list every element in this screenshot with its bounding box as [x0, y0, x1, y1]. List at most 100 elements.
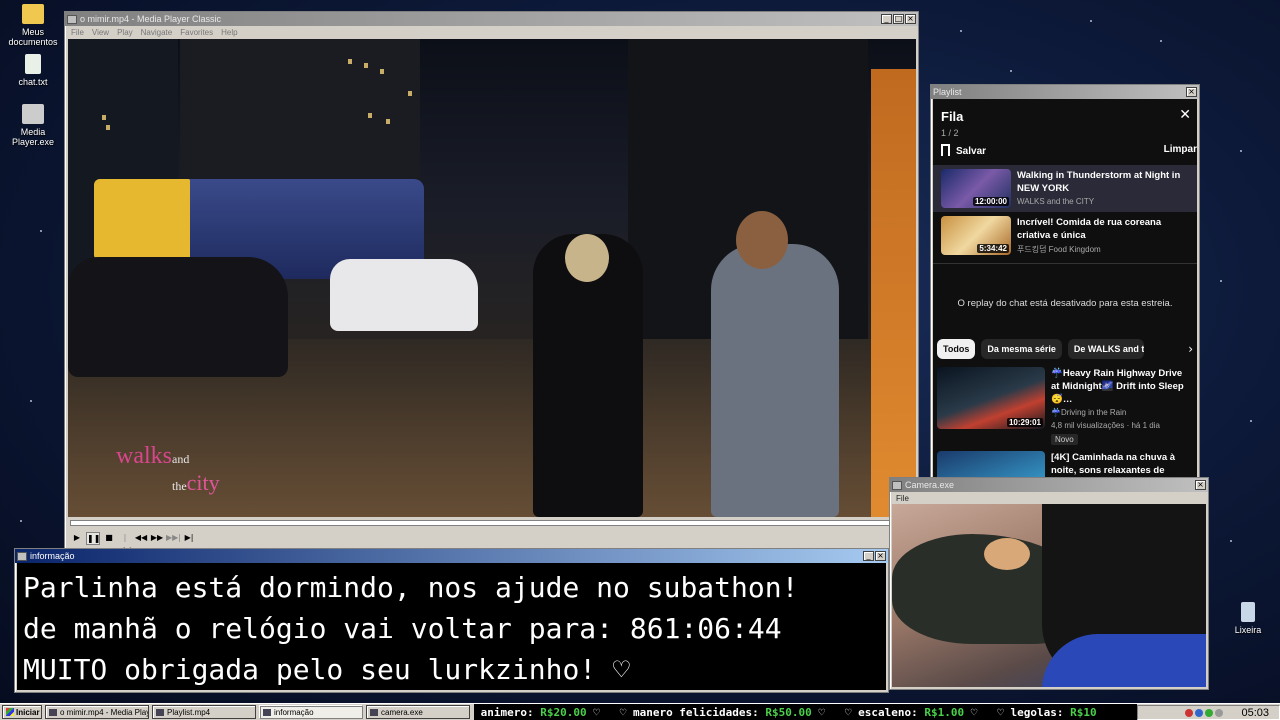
desktop-icon-chat-txt[interactable]: chat.txt	[1, 54, 65, 87]
taskbar-item-info[interactable]: informação	[259, 705, 363, 719]
app-icon	[892, 480, 902, 490]
close-button[interactable]: ×	[905, 14, 916, 24]
close-button[interactable]: ×	[1186, 87, 1197, 97]
window-title: Playlist	[933, 87, 962, 97]
rewind-icon[interactable]: ◀◀	[134, 532, 148, 545]
pedestrian-left-head	[565, 234, 609, 282]
queue-item-title: Incrível! Comida de rua coreana criativa…	[1017, 217, 1162, 241]
duration-badge: 12:00:00	[972, 197, 1009, 206]
playback-controls: ▶ ❚❚ ■ |◀◀ ◀◀ ▶▶ ▶▶| ▶| ♪	[68, 530, 916, 554]
close-button[interactable]: ×	[875, 551, 886, 561]
new-badge: Novo	[1051, 434, 1078, 445]
menu-navigate[interactable]: Navigate	[141, 28, 173, 37]
video-thumbnail: 12:00:00	[941, 169, 1011, 208]
camera-feed	[892, 504, 1206, 687]
recommendation-title: ☔Heavy Rain Highway Drive at Midnight🌌 D…	[1051, 368, 1184, 405]
tray-icon[interactable]	[1185, 708, 1194, 717]
taskbar-item-playlist[interactable]: Playlist.mp4	[152, 705, 256, 719]
maximize-button[interactable]: □	[893, 14, 904, 24]
info-line: MUITO obrigada pelo seu lurkzinho! ♡	[23, 653, 630, 686]
desktop-icon-recycle-bin[interactable]: Lixeira	[1216, 602, 1280, 635]
stop-icon[interactable]: ■	[102, 532, 116, 545]
menu-file[interactable]: File	[896, 494, 909, 503]
dark-car	[68, 257, 288, 377]
bookmark-icon	[941, 144, 950, 156]
white-car	[330, 259, 478, 331]
close-button[interactable]: ×	[1195, 480, 1206, 490]
video-thumbnail	[937, 451, 1045, 477]
menu-help[interactable]: Help	[221, 28, 237, 37]
recommendation-title: [4K] Caminhada na chuva à noite, sons re…	[1051, 452, 1176, 476]
folder-icon	[22, 4, 44, 24]
media-player-icon	[22, 104, 44, 124]
clock: 05:03	[1241, 706, 1269, 719]
recommendation-item[interactable]: 10:29:01 ☔Heavy Rain Highway Drive at Mi…	[933, 359, 1197, 445]
chip-same-series[interactable]: Da mesma série	[981, 339, 1062, 359]
donation-ticker: animero: R$20.00 ♡ ♡ manero felicidades:…	[474, 704, 1137, 720]
media-player-window: o mimir.mp4 - Media Player Classic _ □ ×…	[64, 11, 919, 554]
recommendation-item[interactable]: [4K] Caminhada na chuva à noite, sons re…	[933, 445, 1197, 477]
close-icon[interactable]: ✕	[1179, 107, 1191, 123]
camera-titlebar[interactable]: Camera.exe ×	[890, 478, 1208, 492]
minimize-button[interactable]: _	[881, 14, 892, 24]
desktop-icon-label: Lixeira	[1234, 625, 1262, 635]
video-thumbnail: 5:34:42	[941, 216, 1011, 255]
tray-icon[interactable]	[1195, 708, 1204, 717]
queue-title: Fila	[941, 109, 964, 124]
chevron-right-icon[interactable]: ›	[1188, 342, 1193, 356]
play-icon[interactable]: ▶	[70, 532, 84, 545]
menu-file[interactable]: File	[71, 28, 84, 37]
app-icon	[263, 708, 271, 716]
filter-chips: Todos Da mesma série De WALKS and the C …	[933, 339, 1197, 359]
taskbar-item-camera[interactable]: camera.exe	[366, 705, 470, 719]
bus-front	[94, 179, 190, 259]
desktop-icon-label: Media Player.exe	[11, 127, 55, 147]
desktop-icon-my-documents[interactable]: Meus documentos	[1, 4, 65, 47]
window-title: o mimir.mp4 - Media Player Classic	[80, 14, 222, 24]
save-button[interactable]: Salvar	[941, 144, 986, 157]
fast-forward-icon[interactable]: ▶▶	[150, 532, 164, 545]
menu-play[interactable]: Play	[117, 28, 133, 37]
start-button[interactable]: Iniciar	[2, 705, 42, 719]
queue-item-title: Walking in Thunderstorm at Night in NEW …	[1017, 170, 1181, 194]
menu-bar: File View Play Navigate Favorites Help	[65, 26, 918, 38]
playlist-window: Playlist × Fila ✕ 1 / 2 Salvar Limpar 12…	[930, 84, 1200, 480]
pedestrian-right-head	[736, 211, 788, 269]
menu-view[interactable]: View	[92, 28, 109, 37]
pause-icon[interactable]: ❚❚	[86, 531, 100, 545]
taskbar-item-media-player[interactable]: o mimir.mp4 - Media Playe...	[45, 705, 149, 719]
desktop-icon-media-player[interactable]: Media Player.exe	[1, 104, 65, 147]
recommendation-channel: ☔Driving in the Rain	[1051, 408, 1127, 417]
windows-logo-icon	[6, 708, 14, 716]
playlist-titlebar[interactable]: Playlist ×	[931, 85, 1199, 99]
queue-item[interactable]: 12:00:00 Walking in Thunderstorm at Nigh…	[933, 165, 1197, 212]
menu-bar: File	[890, 492, 1208, 504]
skip-forward-icon[interactable]: ▶▶|	[166, 532, 181, 545]
app-icon	[370, 708, 378, 716]
minimize-button[interactable]: _	[863, 551, 874, 561]
video-frame[interactable]: walksand thecity	[68, 39, 916, 517]
info-titlebar[interactable]: informação _ ×	[15, 549, 888, 563]
video-thumbnail: 10:29:01	[937, 367, 1045, 429]
menu-favorites[interactable]: Favorites	[180, 28, 213, 37]
media-player-titlebar[interactable]: o mimir.mp4 - Media Player Classic _ □ ×	[65, 12, 918, 26]
chip-from-channel[interactable]: De WALKS and the C	[1067, 339, 1144, 359]
queue-item[interactable]: 5:34:42 Incrível! Comida de rua coreana …	[933, 212, 1197, 259]
text-file-icon	[25, 54, 41, 74]
app-icon	[17, 551, 27, 561]
frame-step-icon[interactable]: ▶|	[182, 532, 196, 545]
desktop-icon-label: chat.txt	[18, 77, 48, 87]
chip-all[interactable]: Todos	[937, 339, 976, 359]
app-icon	[67, 14, 77, 24]
skip-back-icon[interactable]: |◀◀	[118, 532, 132, 554]
tray-icon[interactable]	[1205, 708, 1214, 717]
pedestrian-right	[711, 244, 839, 517]
orange-wall	[871, 69, 916, 517]
seek-bar[interactable]	[70, 520, 912, 526]
clear-button[interactable]: Limpar	[1164, 144, 1197, 157]
window-title: Camera.exe	[905, 480, 955, 490]
recommendation-meta: 4,8 mil visualizações · há 1 dia	[1051, 421, 1160, 430]
camera-window: Camera.exe × File	[889, 477, 1209, 690]
desktop-icon-label: Meus documentos	[8, 27, 58, 47]
tray-icon[interactable]	[1215, 708, 1224, 717]
